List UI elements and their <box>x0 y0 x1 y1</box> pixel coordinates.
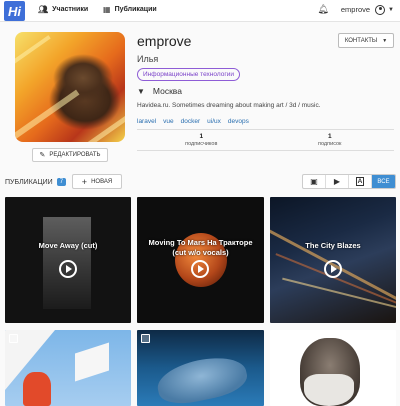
people-icon: 👥︎ <box>38 5 49 14</box>
nav-participants-label: Участники <box>52 6 89 13</box>
edit-profile-label: РЕДАКТИРОВАТЬ <box>49 152 101 158</box>
skill-tag[interactable]: devops <box>228 118 249 125</box>
nav-participants[interactable]: 👥︎ Участники <box>38 5 88 14</box>
publication-card[interactable] <box>5 330 131 406</box>
profile-location: ▼ Москва <box>137 86 182 96</box>
following-count: 1 <box>327 133 332 140</box>
publication-title: The City Blazes <box>305 241 361 250</box>
publication-filters: ▣ ▶ A ВСЕ <box>302 174 396 189</box>
grid-icon: ▦ <box>103 5 111 14</box>
caret-down-icon: ▼ <box>382 37 388 44</box>
publication-card[interactable]: The City Blazes <box>270 197 396 323</box>
image-icon: ▣ <box>310 177 318 186</box>
bell-icon[interactable]: 🔔︎ <box>317 4 328 15</box>
location-pin-icon: ▼ <box>137 86 145 96</box>
profile-tag[interactable]: Информационные технологии <box>137 68 240 81</box>
profile-avatar <box>15 32 125 142</box>
top-navbar: Hi 👥︎ Участники ▦ Публикации 🔔︎ emprove … <box>0 0 400 22</box>
plus-icon: + <box>81 176 88 187</box>
profile-stats: 1 подписчиков 1 подписок <box>137 129 394 151</box>
publications-header: ПУБЛИКАЦИИ 7 <box>5 178 67 186</box>
edit-profile-button[interactable]: ✎ РЕДАКТИРОВАТЬ <box>32 148 108 162</box>
image-icon <box>141 334 150 343</box>
skill-tag[interactable]: laravel <box>137 118 156 125</box>
nav-publications[interactable]: ▦ Публикации <box>103 5 157 14</box>
pencil-icon: ✎ <box>39 152 46 159</box>
publication-card[interactable]: Move Away (cut) <box>5 197 131 323</box>
publications-count-badge: 7 <box>56 178 67 186</box>
skill-tag[interactable]: vue <box>163 118 173 125</box>
new-publication-label: НОВАЯ <box>91 178 113 185</box>
followers-stat[interactable]: 1 подписчиков <box>137 130 266 150</box>
publication-card[interactable] <box>270 330 396 406</box>
contacts-button[interactable]: КОНТАКТЫ ▼ <box>338 33 394 48</box>
skill-tags: laravel vue docker ui/ux devops <box>137 118 249 125</box>
publication-title: Move Away (cut) <box>38 241 98 250</box>
filter-image-button[interactable]: ▣ <box>303 175 326 188</box>
user-menu: 🔔︎ emprove ▼ <box>317 4 394 15</box>
play-icon[interactable] <box>59 260 77 278</box>
following-label: подписок <box>318 141 342 147</box>
video-camera-icon: ▶ <box>333 177 341 186</box>
text-icon: A <box>355 177 365 186</box>
contacts-button-label: КОНТАКТЫ <box>344 37 378 44</box>
play-icon[interactable] <box>324 260 342 278</box>
nav-username[interactable]: emprove <box>341 5 370 14</box>
followers-label: подписчиков <box>185 141 218 147</box>
skill-tag[interactable]: ui/ux <box>207 118 221 125</box>
followers-count: 1 <box>199 133 204 140</box>
filter-text-button[interactable]: A <box>349 175 372 188</box>
chevron-down-icon[interactable]: ▼ <box>388 7 394 13</box>
filter-all-button[interactable]: ВСЕ <box>372 175 395 188</box>
skill-tag[interactable]: docker <box>181 118 201 125</box>
user-icon[interactable] <box>375 4 386 15</box>
following-stat[interactable]: 1 подписок <box>266 130 395 150</box>
publication-title: Moving To Mars На Тракторе (cut w/o voca… <box>148 238 253 257</box>
site-logo[interactable]: Hi <box>4 1 25 21</box>
nav-publications-label: Публикации <box>114 6 157 13</box>
publications-label: ПУБЛИКАЦИИ <box>5 178 53 186</box>
filter-video-button[interactable]: ▶ <box>326 175 349 188</box>
profile-real-name: Илья <box>137 54 159 64</box>
publication-card[interactable] <box>137 330 264 406</box>
new-publication-button[interactable]: + НОВАЯ <box>72 174 122 189</box>
play-icon[interactable] <box>191 260 209 278</box>
image-icon <box>9 334 18 343</box>
publication-card[interactable]: Moving To Mars На Тракторе (cut w/o voca… <box>137 197 264 323</box>
profile-username: emprove <box>137 33 192 49</box>
location-text: Москва <box>152 86 182 96</box>
profile-bio: Havidea.ru. Sometimes dreaming about mak… <box>137 102 321 109</box>
